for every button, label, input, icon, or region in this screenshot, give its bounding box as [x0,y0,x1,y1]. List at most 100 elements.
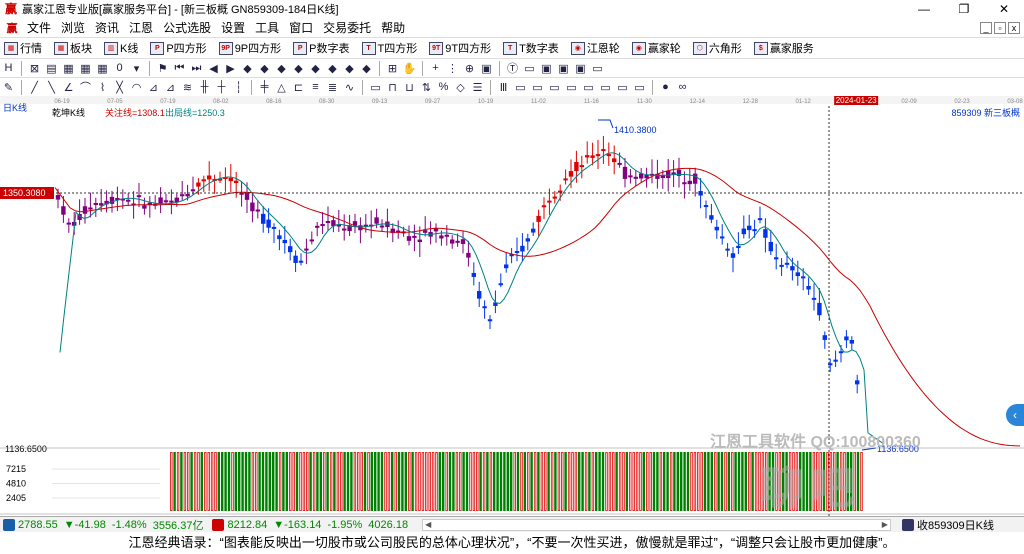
toolbar3-tool-icon[interactable]: ◠ [128,79,145,96]
toolbar3-tool-icon[interactable]: ⊓ [384,79,401,96]
menu-news[interactable]: 资讯 [90,19,124,36]
toolbar2-tool-icon[interactable]: ◆ [239,60,256,77]
toolbar3-tool-icon[interactable]: ⊿ [145,79,162,96]
toolbar-button-3[interactable]: P P四方形 [146,40,207,56]
chart-mode-icon[interactable] [901,518,914,531]
toolbar3-tool-icon[interactable]: ◇ [452,79,469,96]
toolbar2-tool-icon[interactable]: ▭ [589,60,606,77]
toolbar3-tool-icon[interactable]: ≡ [307,79,324,96]
toolbar3-tool-icon[interactable]: ▭ [529,79,546,96]
sh-index-icon[interactable] [3,518,15,531]
toolbar2-tool-icon[interactable]: ⊕ [461,60,478,77]
kline-chart-svg[interactable]: 06-19 07-05 07-19 08-02 08-16 08-30 09-13 09-27… [0,96,1024,516]
toolbar-button-1[interactable]: ▦ 板块 [50,40,92,56]
toolbar2-tool-icon[interactable]: ◆ [273,60,290,77]
scroll-right-icon[interactable]: ▶ [882,520,888,529]
toolbar2-tool-icon[interactable]: ▣ [572,60,589,77]
toolbar3-tool-icon[interactable]: ╲ [43,79,60,96]
toolbar3-tool-icon[interactable]: ▭ [597,79,614,96]
toolbar3-tool-icon[interactable]: ⌒ [77,79,94,96]
menu-formula[interactable]: 公式选股 [158,19,216,36]
scroll-left-icon[interactable]: ◀ [425,520,431,529]
toolbar3-tool-icon[interactable]: ▭ [631,79,648,96]
side-panel-toggle-button[interactable]: ‹ [1006,404,1024,426]
toolbar2-tool-icon[interactable]: ▦ [60,60,77,77]
mdi-minimize-button[interactable]: _ [980,21,992,34]
toolbar-button-2[interactable]: ▥ K线 [100,40,138,56]
menu-help[interactable]: 帮助 [376,19,410,36]
toolbar3-tool-icon[interactable]: ⊏ [290,79,307,96]
kline-chart-panel[interactable]: 06-19 07-05 07-19 08-02 08-16 08-30 09-13 09-27… [0,96,1024,516]
toolbar2-tool-icon[interactable]: H [0,60,17,77]
toolbar2-tool-icon[interactable]: ◆ [324,60,341,77]
toolbar2-tool-icon[interactable]: ◆ [358,60,375,77]
toolbar3-tool-icon[interactable]: ┼ [213,79,230,96]
toolbar3-tool-icon[interactable]: ⊿ [162,79,179,96]
mdi-close-button[interactable]: x [1008,21,1020,34]
toolbar3-tool-icon[interactable]: ∠ [60,79,77,96]
toolbar2-tool-icon[interactable]: ⏭ [188,60,205,77]
toolbar3-tool-icon[interactable]: ╳ [111,79,128,96]
toolbar2-tool-icon[interactable]: ▭ [521,60,538,77]
toolbar3-tool-icon[interactable]: ● [657,79,674,96]
toolbar2-tool-icon[interactable]: ◆ [290,60,307,77]
toolbar2-tool-icon[interactable]: 0 [111,60,128,77]
toolbar2-tool-icon[interactable]: ◆ [307,60,324,77]
mdi-restore-button[interactable]: ▫ [994,21,1006,34]
toolbar2-tool-icon[interactable]: ▣ [555,60,572,77]
toolbar3-tool-icon[interactable]: ▭ [512,79,529,96]
menu-settings[interactable]: 设置 [216,19,250,36]
toolbar-button-12[interactable]: $ 赢家服务 [750,40,814,56]
toolbar3-tool-icon[interactable]: ▭ [580,79,597,96]
toolbar3-tool-icon[interactable]: ╫ [196,79,213,96]
toolbar-button-9[interactable]: ◉ 江恩轮 [567,40,620,56]
toolbar3-tool-icon[interactable]: △ [273,79,290,96]
sz-index-icon[interactable] [212,518,225,531]
toolbar-button-4[interactable]: 9P 9P四方形 [215,40,281,56]
toolbar2-tool-icon[interactable]: + [427,60,444,77]
restore-button[interactable]: ❐ [944,0,984,18]
toolbar-button-0[interactable]: ▦ 行情 [0,40,42,56]
toolbar3-tool-icon[interactable]: ┆ [230,79,247,96]
toolbar3-tool-icon[interactable]: ∿ [341,79,358,96]
toolbar2-tool-icon[interactable]: ✋ [401,60,418,77]
toolbar2-tool-icon[interactable]: ◀ [205,60,222,77]
toolbar2-tool-icon[interactable]: ▤ [43,60,60,77]
toolbar2-tool-icon[interactable]: ⋮ [444,60,461,77]
menu-gann[interactable]: 江恩 [124,19,158,36]
toolbar2-tool-icon[interactable]: ▾ [128,60,145,77]
toolbar-button-8[interactable]: T T数字表 [499,40,559,56]
toolbar-button-10[interactable]: ◉ 赢家轮 [628,40,681,56]
toolbar2-tool-icon[interactable]: ◆ [341,60,358,77]
toolbar3-tool-icon[interactable]: ☰ [469,79,486,96]
toolbar3-tool-icon[interactable]: ⇅ [418,79,435,96]
toolbar3-tool-icon[interactable]: ╪ [256,79,273,96]
toolbar2-tool-icon[interactable]: ⊞ [384,60,401,77]
toolbar-button-5[interactable]: P P数字表 [289,40,350,56]
status-scrollbar[interactable]: ◀ ▶ [422,518,891,531]
close-button[interactable]: ✕ [984,0,1024,18]
toolbar2-tool-icon[interactable]: ▦ [94,60,111,77]
toolbar3-tool-icon[interactable]: ⊔ [401,79,418,96]
toolbar3-tool-icon[interactable]: ∞ [674,79,691,96]
toolbar3-tool-icon[interactable]: ▭ [367,79,384,96]
toolbar-button-11[interactable]: ⬡ 六角形 [689,40,742,56]
toolbar2-tool-icon[interactable]: ▦ [77,60,94,77]
toolbar-button-6[interactable]: T T四方形 [358,40,417,56]
toolbar2-tool-icon[interactable]: ⚑ [154,60,171,77]
toolbar3-tool-icon[interactable]: ≋ [179,79,196,96]
menu-trade[interactable]: 交易委托 [318,19,376,36]
menu-browse[interactable]: 浏览 [56,19,90,36]
toolbar2-tool-icon[interactable]: ⊠ [26,60,43,77]
toolbar2-tool-icon[interactable]: Ⓣ [504,60,521,77]
toolbar3-tool-icon[interactable]: Ⅲ [495,79,512,96]
toolbar3-tool-icon[interactable]: ▭ [614,79,631,96]
toolbar3-tool-icon[interactable]: ╱ [26,79,43,96]
toolbar2-tool-icon[interactable]: ▣ [538,60,555,77]
toolbar2-tool-icon[interactable]: ▶ [222,60,239,77]
toolbar3-tool-icon[interactable]: ▭ [563,79,580,96]
menu-tools[interactable]: 工具 [250,19,284,36]
toolbar3-tool-icon[interactable]: ≣ [324,79,341,96]
minimize-button[interactable]: — [904,0,944,18]
toolbar3-tool-icon[interactable]: % [435,79,452,96]
